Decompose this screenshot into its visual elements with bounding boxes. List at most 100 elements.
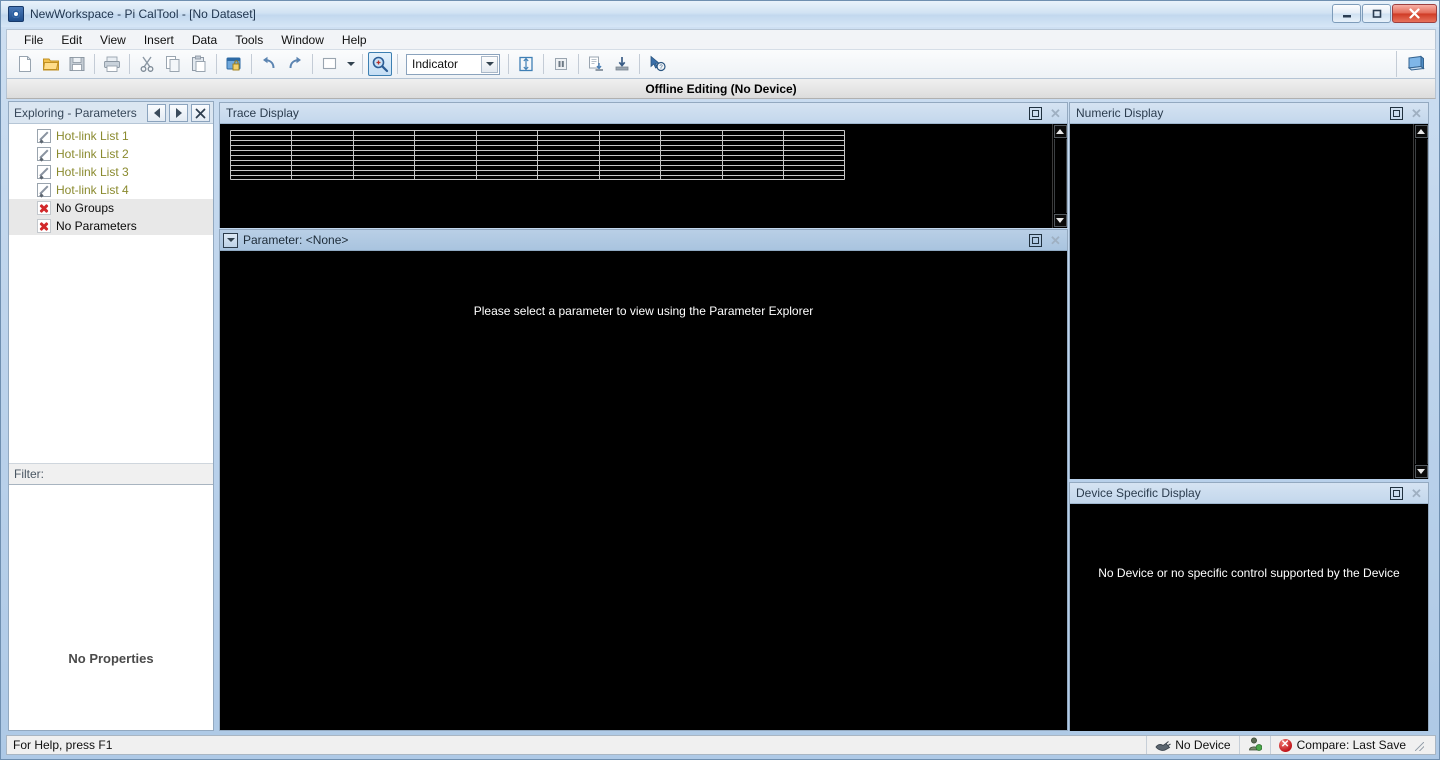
trace-vertical-scrollbar[interactable] — [1052, 124, 1067, 228]
tree-item-hotlink-list-3[interactable]: Hot-link List 3 — [9, 163, 213, 181]
status-compare-cell[interactable]: ✕ Compare: Last Save — [1269, 736, 1435, 754]
trace-display-header-buttons: ✕ — [1027, 105, 1064, 122]
device-display-canvas[interactable]: No Device or no specific control support… — [1070, 504, 1428, 731]
status-help-text: For Help, press F1 — [13, 738, 113, 752]
filter-label: Filter: — [14, 467, 44, 481]
hotlink-pencil-icon — [37, 165, 51, 179]
trace-scroll-up-button[interactable] — [1053, 125, 1067, 138]
user-status-icon — [1248, 737, 1263, 754]
explorer-tree: Hot-link List 1 Hot-link List 2 Hot-link… — [9, 124, 213, 235]
numeric-maximize-button[interactable] — [1388, 105, 1405, 122]
toolbar-separator — [129, 54, 130, 74]
trace-grid — [230, 130, 845, 180]
window-icon[interactable] — [318, 52, 342, 76]
explorer-back-button[interactable] — [147, 104, 166, 122]
copy-icon[interactable] — [161, 52, 185, 76]
numeric-display-panel: Numeric Display ✕ — [1069, 102, 1429, 479]
hotlink-pencil-icon — [37, 183, 51, 197]
trace-grid-svg — [230, 130, 845, 180]
window-controls — [1332, 4, 1437, 23]
status-bar: For Help, press F1 No Device ✕ Compare: … — [6, 735, 1436, 755]
offline-editing-banner: Offline Editing (No Device) — [6, 79, 1436, 99]
combo-dropdown-arrow-icon[interactable] — [481, 55, 498, 73]
toolbar-separator — [251, 54, 252, 74]
export-icon[interactable] — [610, 52, 634, 76]
explorer-forward-button[interactable] — [169, 104, 188, 122]
filter-bar[interactable]: Filter: — [9, 463, 213, 485]
pause-icon[interactable] — [549, 52, 573, 76]
tree-item-hotlink-list-2[interactable]: Hot-link List 2 — [9, 145, 213, 163]
cut-icon[interactable] — [135, 52, 159, 76]
parameter-explorer-panel: Exploring - Parameters Hot-link List 1 H… — [8, 101, 214, 731]
trace-close-button[interactable]: ✕ — [1047, 105, 1064, 122]
import-icon[interactable] — [584, 52, 608, 76]
parameter-maximize-button[interactable] — [1027, 232, 1044, 249]
tree-item-hotlink-list-4[interactable]: Hot-link List 4 — [9, 181, 213, 199]
print-icon[interactable] — [100, 52, 124, 76]
minimize-button[interactable] — [1332, 4, 1361, 23]
new-icon[interactable] — [13, 52, 37, 76]
trace-maximize-button[interactable] — [1027, 105, 1044, 122]
device-display-header-buttons: ✕ — [1388, 485, 1425, 502]
device-specific-display-panel: Device Specific Display ✕ No Device or n… — [1069, 482, 1429, 731]
explorer-close-button[interactable] — [191, 104, 210, 122]
trace-display-canvas[interactable] — [220, 124, 1067, 228]
toolbar-separator — [216, 54, 217, 74]
tree-item-no-parameters[interactable]: No Parameters — [9, 217, 213, 235]
menu-insert[interactable]: Insert — [135, 31, 183, 49]
parameter-close-button[interactable]: ✕ — [1047, 232, 1064, 249]
paste-icon[interactable] — [187, 52, 211, 76]
device-empty-message: No Device or no specific control support… — [1098, 566, 1400, 580]
help-pointer-icon[interactable]: ? — [645, 52, 669, 76]
tree-item-hotlink-list-1[interactable]: Hot-link List 1 — [9, 127, 213, 145]
trace-fit-icon[interactable] — [514, 52, 538, 76]
numeric-scroll-track[interactable] — [1414, 139, 1428, 464]
secure-window-icon[interactable] — [222, 52, 246, 76]
explorer-nav-buttons — [147, 104, 210, 122]
undo-icon[interactable] — [257, 52, 281, 76]
display-type-combo[interactable]: Indicator — [406, 53, 500, 75]
tree-item-label: No Groups — [56, 201, 115, 215]
menu-bar: File Edit View Insert Data Tools Window … — [6, 29, 1436, 49]
toolbar-separator — [508, 54, 509, 74]
menu-window[interactable]: Window — [272, 31, 333, 49]
close-button[interactable] — [1392, 4, 1437, 23]
window-dropdown-arrow-icon[interactable] — [344, 52, 357, 76]
trace-scroll-track[interactable] — [1053, 139, 1067, 213]
menu-view[interactable]: View — [91, 31, 135, 49]
menu-help[interactable]: Help — [333, 31, 376, 49]
status-user-cell[interactable] — [1238, 736, 1270, 754]
device-maximize-button[interactable] — [1388, 485, 1405, 502]
hotlink-pencil-flag-icon — [37, 129, 51, 143]
numeric-display-canvas[interactable] — [1070, 124, 1428, 479]
parameter-panel-body[interactable]: Please select a parameter to view using … — [220, 251, 1067, 730]
menu-edit[interactable]: Edit — [52, 31, 91, 49]
numeric-scroll-up-button[interactable] — [1414, 125, 1428, 138]
menu-file[interactable]: File — [15, 31, 52, 49]
monitor-device-icon[interactable] — [1404, 52, 1428, 76]
device-close-button[interactable]: ✕ — [1408, 485, 1425, 502]
device-display-title: Device Specific Display — [1076, 486, 1201, 500]
trace-display-header: Trace Display ✕ — [220, 103, 1067, 124]
trace-display-panel: Trace Display ✕ — [219, 102, 1068, 228]
tree-item-no-groups[interactable]: No Groups — [9, 199, 213, 217]
resize-grip-icon[interactable] — [1411, 738, 1425, 752]
status-device-cell[interactable]: No Device — [1146, 736, 1238, 754]
parameter-dropdown-button[interactable] — [223, 232, 238, 248]
numeric-close-button[interactable]: ✕ — [1408, 105, 1425, 122]
menu-data[interactable]: Data — [183, 31, 226, 49]
tree-item-label: Hot-link List 1 — [56, 129, 129, 143]
save-icon[interactable] — [65, 52, 89, 76]
zoom-search-icon[interactable] — [368, 52, 392, 76]
menu-tools[interactable]: Tools — [226, 31, 272, 49]
maximize-button[interactable] — [1362, 4, 1391, 23]
svg-text:?: ? — [659, 65, 663, 71]
redo-icon[interactable] — [283, 52, 307, 76]
numeric-scroll-down-button[interactable] — [1414, 465, 1428, 478]
app-logo-icon — [8, 6, 24, 22]
explorer-header: Exploring - Parameters — [9, 102, 213, 124]
open-folder-icon[interactable] — [39, 52, 63, 76]
no-properties-text: No Properties — [68, 650, 154, 666]
numeric-vertical-scrollbar[interactable] — [1413, 124, 1428, 479]
trace-scroll-down-button[interactable] — [1053, 214, 1067, 227]
